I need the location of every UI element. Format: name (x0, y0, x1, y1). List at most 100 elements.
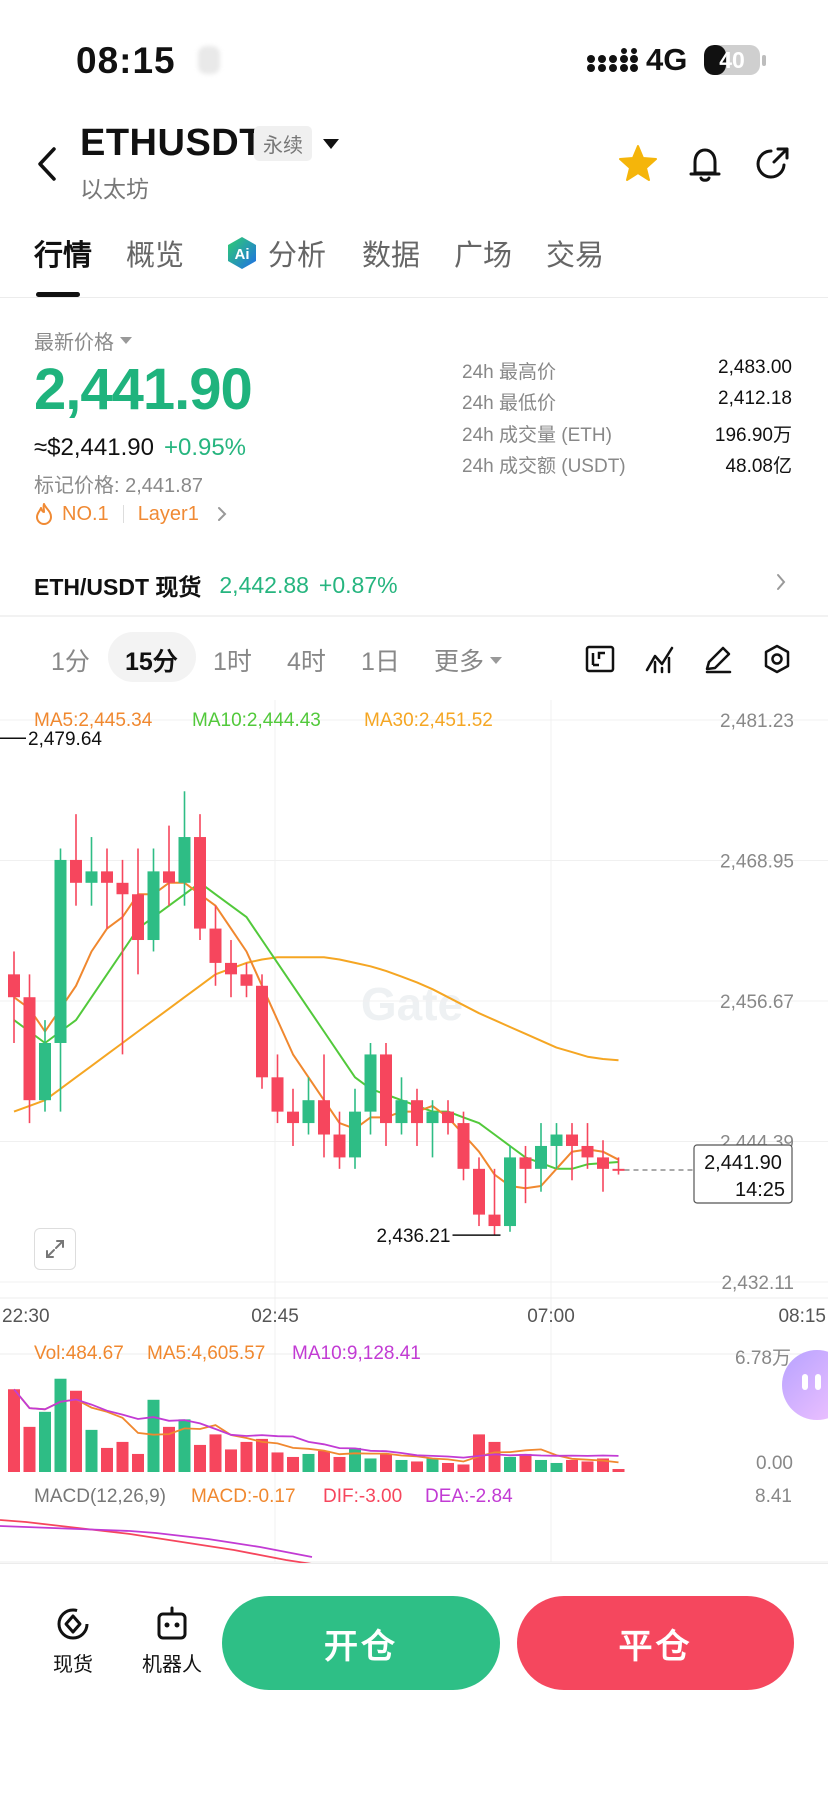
volume-bar (132, 1453, 144, 1472)
spot-button[interactable]: 现货 (33, 1604, 113, 1677)
tabs-divider (0, 297, 828, 298)
volume-bar (380, 1453, 392, 1472)
stat-value-turnover: 48.08亿 (725, 456, 792, 477)
volume-bar (566, 1459, 578, 1472)
candle-body (473, 1168, 485, 1215)
volume-max-label: 6.78万 (735, 1348, 791, 1369)
spot-icon (57, 1608, 89, 1640)
tab-market[interactable]: 行情 (34, 232, 92, 274)
interval-1h[interactable]: 1时 (213, 642, 252, 678)
price-type-selector[interactable]: 最新价格 (34, 326, 132, 355)
volume-bar (147, 1399, 160, 1472)
volume-bar (333, 1456, 346, 1472)
spot-pair-label: ETH/USDT 现货 (34, 574, 202, 600)
x-tick-label: 08:15 (778, 1306, 826, 1327)
chevron-right-icon[interactable] (217, 506, 227, 522)
interval-1m[interactable]: 1分 (51, 642, 90, 678)
expand-icon (46, 1240, 64, 1258)
market-tabs: 行情 概览 Ai 分析 数据 广场 交易 (0, 232, 828, 298)
close-position-button[interactable]: 平仓 (517, 1596, 794, 1690)
volume-bar (473, 1434, 485, 1472)
ma10-line (13, 881, 619, 1170)
volume-bar (240, 1441, 253, 1472)
candle-body (101, 871, 113, 883)
interval-more-label: 更多 (434, 648, 485, 676)
candle-body (85, 871, 98, 883)
interval-1d[interactable]: 1日 (361, 642, 400, 678)
volume-ma5-label: MA5:4,605.57 (147, 1343, 266, 1364)
volume-bar (411, 1461, 423, 1472)
caret-down-icon (120, 337, 132, 344)
interval-15m[interactable]: 15分 (125, 642, 178, 678)
candle-body (287, 1111, 299, 1124)
battery-level: 40 (719, 47, 745, 73)
low-marker-label: 2,436.21 (377, 1226, 451, 1247)
indicator-icon[interactable] (644, 644, 676, 674)
tab-square[interactable]: 广场 (454, 232, 512, 274)
pair-dropdown-icon[interactable] (323, 139, 339, 149)
volume-bar (395, 1459, 408, 1472)
spot-chevron-icon[interactable] (776, 573, 786, 591)
status-indicator (198, 46, 220, 74)
price-change: +0.95% (163, 434, 247, 461)
tab-data[interactable]: 数据 (362, 232, 420, 274)
candle-body (256, 985, 268, 1078)
volume-bar (54, 1378, 67, 1472)
tag-separator (122, 505, 124, 523)
candle-body (318, 1100, 330, 1135)
fullscreen-button[interactable] (34, 1228, 76, 1270)
volume-bar (85, 1429, 98, 1472)
volume-ma10-label: MA10:9,128.41 (292, 1343, 421, 1364)
countdown-label: 14:25 (735, 1179, 785, 1201)
volume-bar (70, 1390, 82, 1472)
volume-bar (457, 1464, 470, 1472)
volume-bar (426, 1458, 439, 1472)
spot-link-row[interactable]: ETH/USDT 现货 2,442.88 +0.87% (34, 568, 398, 602)
pair-symbol[interactable]: ETHUSDT (80, 122, 263, 165)
bot-button-label: 机器人 (142, 1654, 202, 1676)
pair-name: 以太坊 (80, 176, 149, 202)
volume-bar (302, 1453, 315, 1472)
battery-cap (762, 55, 766, 66)
tab-analysis-label: 分析 (268, 240, 327, 272)
price-type-label: 最新价格 (34, 332, 114, 354)
tab-trade[interactable]: 交易 (546, 232, 604, 274)
watermark: Gate (361, 978, 463, 1030)
candle-body (54, 859, 67, 1043)
macd-dif-line (0, 1519, 313, 1564)
draw-tool-icon[interactable] (702, 644, 734, 674)
tab-overview[interactable]: 概览 (126, 232, 184, 274)
chart-type-icon[interactable] (584, 644, 616, 674)
back-arrow-icon[interactable] (36, 146, 58, 182)
caret-down-icon (490, 656, 503, 664)
x-tick-label: 22:30 (2, 1306, 50, 1327)
candle-body (488, 1214, 501, 1227)
stat-value-high: 2,483.00 (718, 357, 792, 378)
rank-tag[interactable]: NO.1 (62, 503, 109, 526)
candle-body (364, 1054, 377, 1112)
price-chart[interactable]: Gate 2,481.232,468.952,456.672,444.392,4… (0, 700, 828, 1564)
volume-bar (550, 1462, 563, 1472)
candle-body (550, 1134, 563, 1146)
stat-label-volume: 24h 成交量 (ETH) (462, 425, 612, 446)
interval-more[interactable]: 更多 (434, 642, 503, 678)
open-position-button[interactable]: 开仓 (222, 1596, 500, 1690)
bell-icon[interactable] (686, 144, 724, 184)
spot-button-label: 现货 (53, 1654, 93, 1676)
volume-bar (535, 1459, 547, 1472)
category-tag[interactable]: Layer1 (138, 503, 199, 526)
bot-button[interactable]: 机器人 (127, 1604, 217, 1677)
stat-value-low: 2,412.18 (718, 388, 792, 409)
tab-analysis[interactable]: Ai 分析 (224, 232, 326, 274)
share-icon[interactable] (754, 144, 792, 182)
interval-4h[interactable]: 4时 (287, 642, 326, 678)
candle-body (70, 859, 82, 883)
spot-change: +0.87% (318, 571, 398, 598)
fire-icon (36, 503, 52, 525)
candle-body (535, 1145, 547, 1169)
volume-bar (225, 1449, 237, 1472)
chart-settings-icon[interactable] (762, 644, 792, 674)
y-tick-label: 2,468.95 (720, 852, 794, 873)
macd-dea: DEA:-2.84 (425, 1486, 513, 1507)
star-icon[interactable] (618, 144, 658, 182)
